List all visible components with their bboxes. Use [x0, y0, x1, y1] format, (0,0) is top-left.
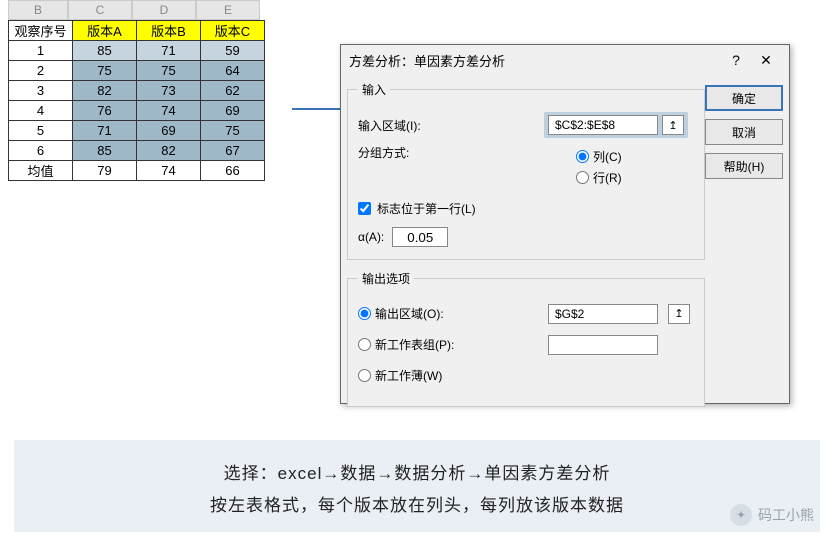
wechat-icon: ✦	[730, 504, 752, 526]
input-legend: 输入	[358, 81, 390, 98]
table-row: 3827362	[9, 81, 265, 101]
output-range-radio[interactable]	[358, 307, 371, 320]
table-row: 4767469	[9, 101, 265, 121]
alpha-field[interactable]	[392, 227, 448, 247]
col-C[interactable]: C	[68, 0, 132, 20]
new-sheet-field[interactable]	[548, 335, 658, 355]
column-headers: B C D E	[8, 0, 260, 20]
input-range-highlight: ↥	[544, 112, 688, 138]
range-picker-icon[interactable]: ↥	[662, 115, 684, 135]
group-row-radio[interactable]	[576, 171, 589, 184]
group-col-radio[interactable]	[576, 150, 589, 163]
new-sheet-label: 新工作表组(P):	[375, 336, 454, 353]
anova-dialog: 方差分析：单因素方差分析 ? ✕ 输入 输入区域(I): ↥ 分组方式: 列(C…	[340, 44, 790, 404]
col-D[interactable]: D	[132, 0, 196, 20]
col-E[interactable]: E	[196, 0, 260, 20]
group-by-label: 分组方式:	[358, 144, 478, 190]
data-table[interactable]: 观察序号 版本A 版本B 版本C 1857159 2757564 3827362…	[8, 20, 265, 181]
table-header-row: 观察序号 版本A 版本B 版本C	[9, 21, 265, 41]
hdr-b: 版本B	[137, 21, 201, 41]
table-row: 5716975	[9, 121, 265, 141]
first-row-labels-checkbox[interactable]	[358, 202, 371, 215]
help-button[interactable]: 帮助(H)	[705, 153, 783, 179]
watermark-text: 码工小熊	[758, 505, 814, 525]
output-legend: 输出选项	[358, 270, 414, 287]
table-avg-row: 均值797466	[9, 161, 265, 181]
table-row: 1857159	[9, 41, 265, 61]
hdr-a: 版本A	[73, 21, 137, 41]
caption-line1: 选择：excel→数据→数据分析→单因素方差分析	[14, 458, 820, 490]
spreadsheet: B C D E 观察序号 版本A 版本B 版本C 1857159 2757564…	[0, 0, 340, 181]
output-range-field[interactable]	[548, 304, 658, 324]
cancel-button[interactable]: 取消	[705, 119, 783, 145]
input-range-label: 输入区域(I):	[358, 117, 478, 134]
watermark: ✦ 码工小熊	[730, 504, 814, 526]
table-row: 2757564	[9, 61, 265, 81]
output-range-label: 输出区域(O):	[375, 305, 444, 322]
col-B[interactable]: B	[8, 0, 68, 20]
alpha-label: α(A):	[358, 230, 384, 244]
output-range-picker-icon[interactable]: ↥	[668, 304, 690, 324]
close-icon[interactable]: ✕	[751, 52, 781, 69]
input-range-field[interactable]	[548, 115, 658, 135]
first-row-labels-label: 标志位于第一行(L)	[377, 200, 476, 217]
dialog-titlebar: 方差分析：单因素方差分析 ? ✕	[341, 45, 789, 75]
dialog-title: 方差分析：单因素方差分析	[349, 51, 721, 70]
table-row: 6858267	[9, 141, 265, 161]
help-icon[interactable]: ?	[721, 52, 751, 68]
group-col-label: 列(C)	[593, 148, 622, 165]
instruction-caption: 选择：excel→数据→数据分析→单因素方差分析 按左表格式，每个版本放在列头，…	[14, 440, 820, 532]
new-workbook-label: 新工作薄(W)	[375, 367, 442, 384]
hdr-label: 观察序号	[9, 21, 73, 41]
hdr-c: 版本C	[201, 21, 265, 41]
input-fieldset: 输入 输入区域(I): ↥ 分组方式: 列(C) 行(R)	[347, 81, 705, 260]
new-workbook-radio[interactable]	[358, 369, 371, 382]
caption-line2: 按左表格式，每个版本放在列头，每列放该版本数据	[14, 490, 820, 522]
new-sheet-radio[interactable]	[358, 338, 371, 351]
ok-button[interactable]: 确定	[705, 85, 783, 111]
output-fieldset: 输出选项 输出区域(O): ↥ 新工作表组(P): 新工作薄(W)	[347, 270, 705, 407]
group-row-label: 行(R)	[593, 169, 622, 186]
